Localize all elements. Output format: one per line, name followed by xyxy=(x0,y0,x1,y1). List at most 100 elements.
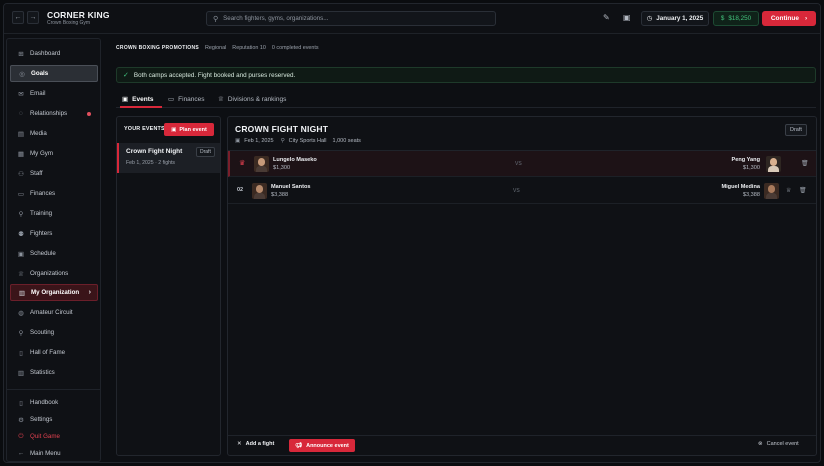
sidebar-item-scouting[interactable]: ⚲ Scouting xyxy=(10,324,98,341)
fighter-avatar xyxy=(254,156,269,172)
sidebar-item-training[interactable]: ⚲ Training xyxy=(10,205,98,222)
sidebar-item-relationships[interactable]: ◌ Relationships xyxy=(10,105,98,122)
event-seats: 1,000 seats xyxy=(332,138,361,144)
sidebar: ⊞ Dashboard ◎ Goals ✉ Email ◌ Relationships … xyxy=(6,38,101,462)
chevron-right-icon: › xyxy=(88,289,91,296)
swords-icon: ✕ xyxy=(237,441,242,447)
app-window: ← → CORNER KING Crown Boxing Gym ⚲ ✎ ▣ ◷… xyxy=(3,3,821,463)
finances-icon: ▭ xyxy=(17,190,25,198)
add-fight-button[interactable]: ✕ Add a fight xyxy=(237,441,274,447)
continue-button[interactable]: Continue › xyxy=(762,11,816,26)
sidebar-divider xyxy=(7,389,100,390)
tab-events[interactable]: ▣ Events xyxy=(122,95,153,104)
pencil-icon[interactable]: ✎ xyxy=(603,13,610,22)
sidebar-item-schedule[interactable]: ▣ Schedule xyxy=(10,245,98,262)
check-circle-icon: ✓ xyxy=(123,72,129,79)
dollar-icon: $ xyxy=(720,15,725,22)
fighter-avatar xyxy=(764,183,779,199)
organization-name: CROWN BOXING PROMOTIONS xyxy=(116,45,200,51)
chevron-right-icon: › xyxy=(805,15,808,22)
sidebar-item-fighters[interactable]: ⚉ Fighters xyxy=(10,225,98,242)
sidebar-item-my-gym[interactable]: ▦ My Gym xyxy=(10,145,98,162)
sidebar-item-organizations[interactable]: ♕ Organizations xyxy=(10,265,98,282)
bout-number: 02 xyxy=(237,187,244,193)
mail-icon: ✉ xyxy=(18,90,24,98)
sidebar-item-statistics[interactable]: ▥ Statistics xyxy=(10,364,98,381)
balance-amount: $18,250 xyxy=(728,15,752,22)
search-bar[interactable]: ⚲ xyxy=(206,11,496,26)
building-icon: ▥ xyxy=(18,289,26,297)
active-tab-indicator xyxy=(120,106,162,108)
wallet-icon: ▭ xyxy=(168,96,175,103)
date-display: ◷ January 1, 2025 xyxy=(641,11,709,26)
status-badge: Draft xyxy=(785,124,807,136)
fighter-avatar xyxy=(766,156,781,172)
events-list-panel: YOUR EVENTS ▣ Plan event Crown Fight Nig… xyxy=(116,116,221,456)
sidebar-item-email[interactable]: ✉ Email xyxy=(10,85,98,102)
notification-dot xyxy=(87,111,91,116)
back-button[interactable]: ← xyxy=(12,11,24,24)
trash-icon[interactable]: 🗑︎ xyxy=(801,160,809,167)
arrow-right-icon: → xyxy=(29,14,37,21)
sidebar-item-finances[interactable]: ▭ Finances xyxy=(10,185,98,202)
save-icon[interactable]: ▣ xyxy=(623,13,631,22)
bout-row[interactable]: 02 Manuel Santos $3,388 VS Miguel Medina… xyxy=(228,178,816,204)
fighter-name: Miguel Medina xyxy=(721,184,760,190)
event-detail-panel: CROWN FIGHT NIGHT Draft ▣ Feb 1, 2025 ⚲ … xyxy=(227,116,817,456)
fighter-name: Manuel Santos xyxy=(271,184,311,190)
event-date: Feb 1, 2025 xyxy=(244,138,274,144)
vs-label: VS xyxy=(515,161,522,167)
current-date: January 1, 2025 xyxy=(656,15,704,22)
sidebar-item-my-organization[interactable]: ▥ My Organization › xyxy=(10,284,98,301)
main-content: CROWN BOXING PROMOTIONS Regional Reputat… xyxy=(106,38,820,462)
power-icon: ⏻ xyxy=(18,432,24,440)
sidebar-item-settings[interactable]: ⚙ Settings xyxy=(10,411,98,428)
sidebar-item-main-menu[interactable]: ← Main Menu xyxy=(10,445,98,462)
app-title: CORNER KING xyxy=(47,10,110,20)
fighter-purse: $3,388 xyxy=(742,192,760,198)
sidebar-item-dashboard[interactable]: ⊞ Dashboard xyxy=(10,45,98,62)
search-input[interactable] xyxy=(223,15,474,22)
training-icon: ⚲ xyxy=(18,210,24,218)
trophy-icon: ♕ xyxy=(218,96,224,103)
fighters-icon: ⚉ xyxy=(18,230,24,238)
hall-icon: ▯ xyxy=(19,349,23,357)
trash-icon[interactable]: 🗑︎ xyxy=(799,187,807,194)
fighter-purse: $3,388 xyxy=(271,192,289,198)
cancel-event-button[interactable]: ⊗ Cancel event xyxy=(758,441,799,447)
vs-label: VS xyxy=(513,188,520,194)
fighter-name: Peng Yang xyxy=(731,157,761,163)
megaphone-icon: 📢︎ xyxy=(295,442,303,449)
crown-icon[interactable]: ♕ xyxy=(786,187,791,194)
forward-button[interactable]: → xyxy=(27,11,39,24)
calendar-icon: ▣ xyxy=(17,250,25,258)
sidebar-item-media[interactable]: ▤ Media xyxy=(10,125,98,142)
event-name: Crown Fight Night xyxy=(126,148,183,155)
sidebar-item-quit-game[interactable]: ⏻ Quit Game xyxy=(10,428,98,445)
plan-event-button[interactable]: ▣ Plan event xyxy=(164,123,214,136)
staff-icon: ⚇ xyxy=(18,170,24,178)
success-banner: ✓ Both camps accepted. Fight booked and … xyxy=(116,67,816,83)
tab-finances[interactable]: ▭ Finances xyxy=(168,95,205,104)
event-list-item[interactable]: Crown Fight Night Feb 1, 2025 · 2 fights… xyxy=(117,143,220,173)
chat-icon: ◌ xyxy=(19,110,23,117)
banner-text: Both camps accepted. Fight booked and pu… xyxy=(133,71,296,79)
announce-event-button[interactable]: 📢︎ Announce event xyxy=(289,439,355,452)
event-actions: ✕ Add a fight 📢︎ Announce event ⊗ Cancel… xyxy=(228,435,816,456)
clock-icon: ◷ xyxy=(646,15,653,22)
target-icon: ◎ xyxy=(19,70,25,78)
tab-divisions-rankings[interactable]: ♕ Divisions & rankings xyxy=(218,95,286,104)
fighter-name: Lungelo Maseko xyxy=(273,157,317,163)
bout-row[interactable]: ♛ Lungelo Maseko $1,300 VS Peng Yang $1,… xyxy=(228,151,816,177)
gym-name: Crown Boxing Gym xyxy=(47,20,91,26)
book-icon: ▯ xyxy=(19,399,23,407)
location-pin-icon: ⚲ xyxy=(280,138,285,144)
scouting-icon: ⚲ xyxy=(18,329,24,337)
sidebar-item-staff[interactable]: ⚇ Staff xyxy=(10,165,98,182)
sidebar-item-handbook[interactable]: ▯ Handbook xyxy=(10,394,98,411)
sidebar-item-goals[interactable]: ◎ Goals xyxy=(10,65,98,82)
trophy-icon: ♕ xyxy=(18,270,24,278)
sidebar-item-amateur-circuit[interactable]: ◍ Amateur Circuit xyxy=(10,304,98,321)
sidebar-item-hall-of-fame[interactable]: ▯ Hall of Fame xyxy=(10,344,98,361)
crown-icon: ♛ xyxy=(239,160,246,167)
